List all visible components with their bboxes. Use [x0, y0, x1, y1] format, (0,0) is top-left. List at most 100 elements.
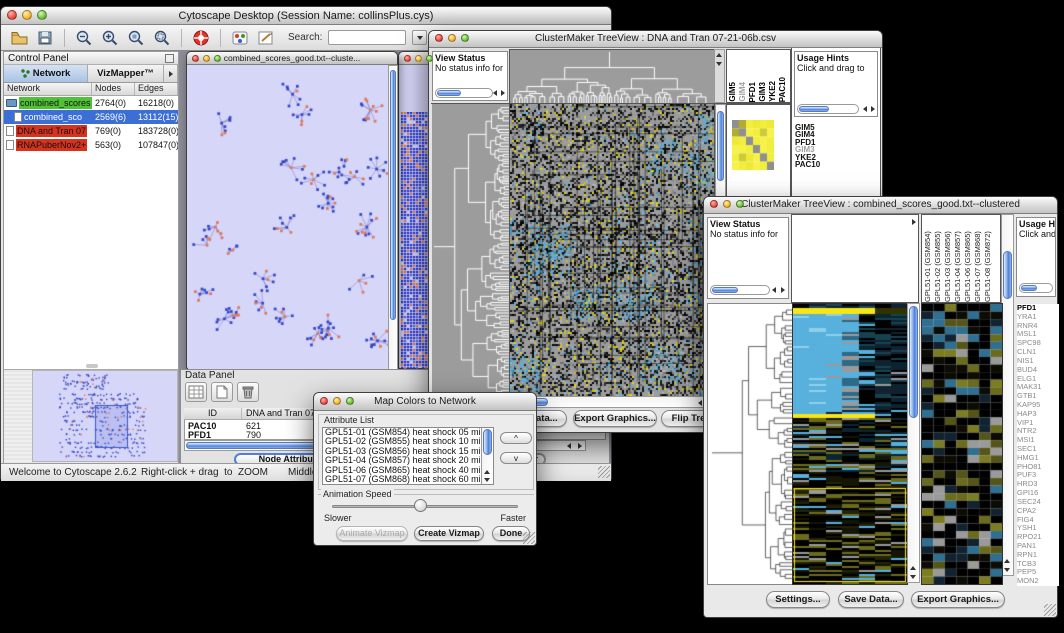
usage-hints-scrollbar[interactable]	[797, 104, 859, 114]
network-window-1-titlebar[interactable]: combined_scores_good.txt--cluste...	[187, 52, 397, 65]
zoom-window-icon[interactable]	[736, 200, 744, 208]
vizmapper-palette-icon[interactable]	[230, 28, 250, 48]
zoom-window-icon[interactable]	[214, 55, 221, 62]
scroll-up-icon[interactable]	[910, 566, 916, 570]
scroll-right-icon[interactable]	[578, 443, 582, 449]
network-canvas[interactable]	[401, 112, 431, 370]
column-label[interactable]: GIM3	[758, 82, 768, 102]
search-dropdown-button[interactable]	[412, 30, 427, 45]
column-label[interactable]: GPL51-07 (GSM868)	[973, 216, 983, 302]
scroll-up-icon[interactable]	[484, 470, 490, 474]
close-icon[interactable]	[7, 10, 17, 20]
network-overview[interactable]	[32, 370, 178, 462]
list-scrollbar[interactable]	[481, 428, 493, 484]
resize-grip[interactable]	[598, 466, 610, 478]
move-up-button[interactable]: ^	[500, 432, 532, 444]
scroll-down-icon[interactable]	[1004, 568, 1010, 572]
tab-network[interactable]: Network	[4, 65, 88, 82]
create-vizmap-button[interactable]: Create Vizmap	[414, 526, 484, 541]
column-label[interactable]: GPL51-04 (GSM857)	[953, 216, 963, 302]
scrollbar-thumb[interactable]	[717, 111, 724, 181]
scroll-left-icon[interactable]	[567, 443, 571, 449]
column-label[interactable]: GPL51-02 (GSM855)	[933, 216, 943, 302]
dendrogram-scroll-strip[interactable]	[714, 49, 725, 103]
float-panel-icon[interactable]	[165, 54, 174, 63]
close-icon[interactable]	[320, 397, 328, 405]
network-canvas[interactable]	[188, 65, 388, 370]
view-status-scrollbar[interactable]	[435, 88, 493, 98]
heatmap-vscrollbar[interactable]	[907, 303, 920, 583]
treeview2-titlebar[interactable]: ClusterMaker TreeView : combined_scores_…	[704, 197, 1057, 214]
column-label[interactable]: GPL51-06 (GSM865)	[963, 216, 973, 302]
minimize-icon[interactable]	[415, 55, 422, 62]
zoom-window-icon[interactable]	[461, 34, 469, 42]
splitter-handle[interactable]	[86, 364, 98, 368]
animate-vizmap-button[interactable]: Animate Vizmap	[336, 526, 408, 541]
new-attribute-icon[interactable]	[211, 382, 233, 402]
close-icon[interactable]	[192, 55, 199, 62]
minimize-icon[interactable]	[333, 397, 341, 405]
zoom-window-icon[interactable]	[426, 55, 433, 62]
scrollbar-thumb[interactable]	[909, 306, 918, 418]
column-dendrogram-area[interactable]	[791, 214, 919, 303]
row-dendrogram[interactable]	[707, 303, 793, 585]
zoom-fit-icon[interactable]	[152, 28, 172, 48]
network-list-row[interactable]: combined_scores2764(0)16218(0)	[4, 96, 178, 110]
column-nodes[interactable]: Nodes	[92, 83, 135, 95]
attribute-list-item[interactable]: GPL51-07 (GSM868) heat shock 60 min	[323, 475, 481, 484]
scrollbar-thumb[interactable]	[712, 287, 738, 293]
export-graphics-button[interactable]: Export Graphics...	[911, 591, 1005, 608]
scrollbar-thumb[interactable]	[799, 106, 829, 112]
zoom-out-icon[interactable]	[74, 28, 94, 48]
speed-slider-thumb[interactable]	[414, 499, 427, 512]
column-label[interactable]: GIM4	[738, 82, 748, 102]
close-icon[interactable]	[710, 200, 718, 208]
scrollbar-thumb[interactable]	[1003, 251, 1012, 299]
column-label[interactable]: PFD1	[748, 82, 758, 102]
open-folder-icon[interactable]	[9, 28, 29, 48]
scroll-up-icon[interactable]	[1004, 559, 1010, 563]
treeview1-titlebar[interactable]: ClusterMaker TreeView : DNA and Tran 07-…	[429, 31, 882, 48]
column-label[interactable]: GPL51-01 (GSM854)	[923, 216, 933, 302]
heatmap-zoom-view[interactable]	[921, 303, 1003, 585]
resize-grip[interactable]	[523, 532, 535, 544]
dialog-titlebar[interactable]: Map Colors to Network	[314, 393, 536, 411]
row-label[interactable]: PAC10	[795, 161, 820, 168]
gene-label[interactable]: MON2	[1017, 577, 1059, 586]
minimize-icon[interactable]	[203, 55, 210, 62]
close-icon[interactable]	[435, 34, 443, 42]
move-down-button[interactable]: v	[500, 452, 532, 464]
scroll-down-icon[interactable]	[484, 478, 490, 482]
delete-attribute-icon[interactable]	[237, 382, 259, 402]
scrollbar-thumb[interactable]	[390, 70, 396, 320]
heatmap-view[interactable]	[792, 303, 908, 585]
close-icon[interactable]	[404, 55, 411, 62]
column-label[interactable]: GPL51-03 (GSM856)	[943, 216, 953, 302]
scrollbar-thumb[interactable]	[1021, 285, 1037, 291]
network-list-row[interactable]: DNA and Tran 07769(0)183728(0)	[4, 124, 178, 138]
column-label[interactable]: GIM5	[728, 82, 738, 102]
row-dendrogram[interactable]	[432, 104, 509, 396]
column-network[interactable]: Network	[4, 83, 92, 95]
scroll-right-icon[interactable]	[781, 287, 785, 293]
scroll-left-icon[interactable]	[772, 287, 776, 293]
save-icon[interactable]	[35, 28, 55, 48]
zoom-window-icon[interactable]	[346, 397, 354, 405]
view-status-scrollbar[interactable]	[710, 285, 770, 295]
network-list-row[interactable]: combined_sco2569(6)13112(15)	[4, 110, 178, 124]
minimize-icon[interactable]	[448, 34, 456, 42]
scroll-down-icon[interactable]	[910, 575, 916, 579]
heatmap-view[interactable]	[509, 104, 715, 396]
minimize-icon[interactable]	[723, 200, 731, 208]
column-label[interactable]: PAC10	[778, 77, 788, 102]
scroll-up-icon[interactable]	[716, 53, 722, 57]
network-list-row[interactable]: RNAPuberNov2+563(0)107847(0)	[4, 138, 178, 152]
scroll-left-icon[interactable]	[863, 106, 867, 112]
scroll-down-icon[interactable]	[716, 62, 722, 66]
scroll-right-icon[interactable]	[501, 90, 505, 96]
search-input[interactable]	[328, 30, 406, 45]
column-id[interactable]: ID	[184, 408, 242, 419]
column-label[interactable]: GPL51-08 (GSM872)	[983, 216, 993, 302]
scrollbar[interactable]	[388, 65, 398, 370]
help-lifering-icon[interactable]	[191, 28, 211, 48]
